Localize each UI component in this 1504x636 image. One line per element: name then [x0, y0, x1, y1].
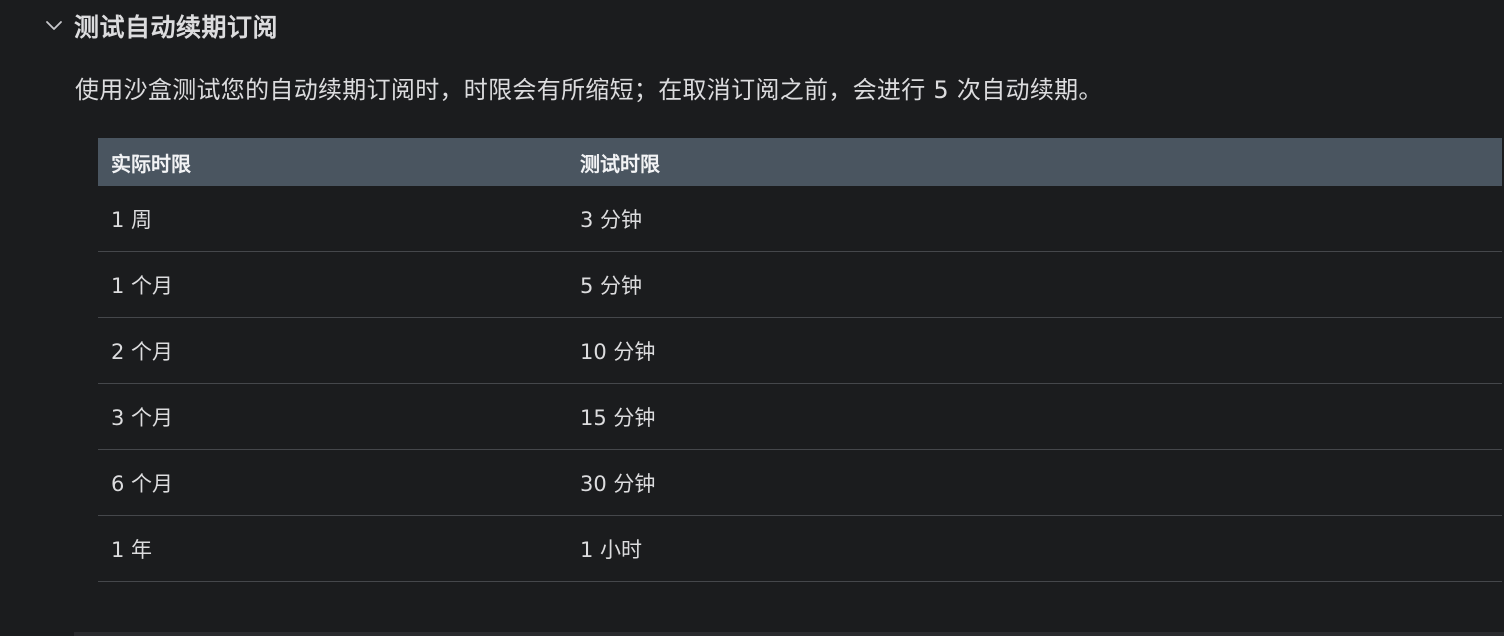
table-row: 3 个月 15 分钟 [98, 384, 1502, 450]
actual-duration-cell: 3 个月 [111, 405, 174, 430]
table-header-row: 实际时限 测试时限 [98, 138, 1502, 186]
actual-duration-cell: 6 个月 [111, 471, 174, 496]
test-duration-cell: 15 分钟 [580, 405, 656, 430]
table-row: 1 周 3 分钟 [98, 186, 1502, 252]
subscription-testing-section: 测试自动续期订阅 使用沙盒测试您的自动续期订阅时，时限会有所缩短；在取消订阅之前… [0, 0, 1504, 636]
table-row: 1 年 1 小时 [98, 516, 1502, 582]
section-description: 使用沙盒测试您的自动续期订阅时，时限会有所缩短；在取消订阅之前，会进行 5 次自… [75, 76, 1103, 104]
actual-duration-cell: 1 周 [111, 207, 153, 232]
actual-duration-cell: 1 年 [111, 537, 153, 562]
table-row: 1 个月 5 分钟 [98, 252, 1502, 318]
column-header-actual-duration: 实际时限 [111, 151, 191, 176]
actual-duration-cell: 2 个月 [111, 339, 174, 364]
test-duration-cell: 10 分钟 [580, 339, 656, 364]
table-row: 2 个月 10 分钟 [98, 318, 1502, 384]
test-duration-cell: 5 分钟 [580, 273, 643, 298]
actual-duration-cell: 1 个月 [111, 273, 174, 298]
column-header-test-duration: 测试时限 [580, 151, 660, 176]
chevron-down-icon[interactable] [40, 12, 68, 40]
section-toggle[interactable]: 测试自动续期订阅 [40, 8, 278, 44]
test-duration-cell: 1 小时 [580, 537, 643, 562]
table-row: 6 个月 30 分钟 [98, 450, 1502, 516]
duration-table: 实际时限 测试时限 1 周 3 分钟 1 个月 5 分钟 2 个月 10 分钟 … [98, 138, 1502, 582]
test-duration-cell: 3 分钟 [580, 207, 643, 232]
test-duration-cell: 30 分钟 [580, 471, 656, 496]
section-title: 测试自动续期订阅 [74, 13, 279, 42]
bottom-divider [74, 632, 1504, 636]
